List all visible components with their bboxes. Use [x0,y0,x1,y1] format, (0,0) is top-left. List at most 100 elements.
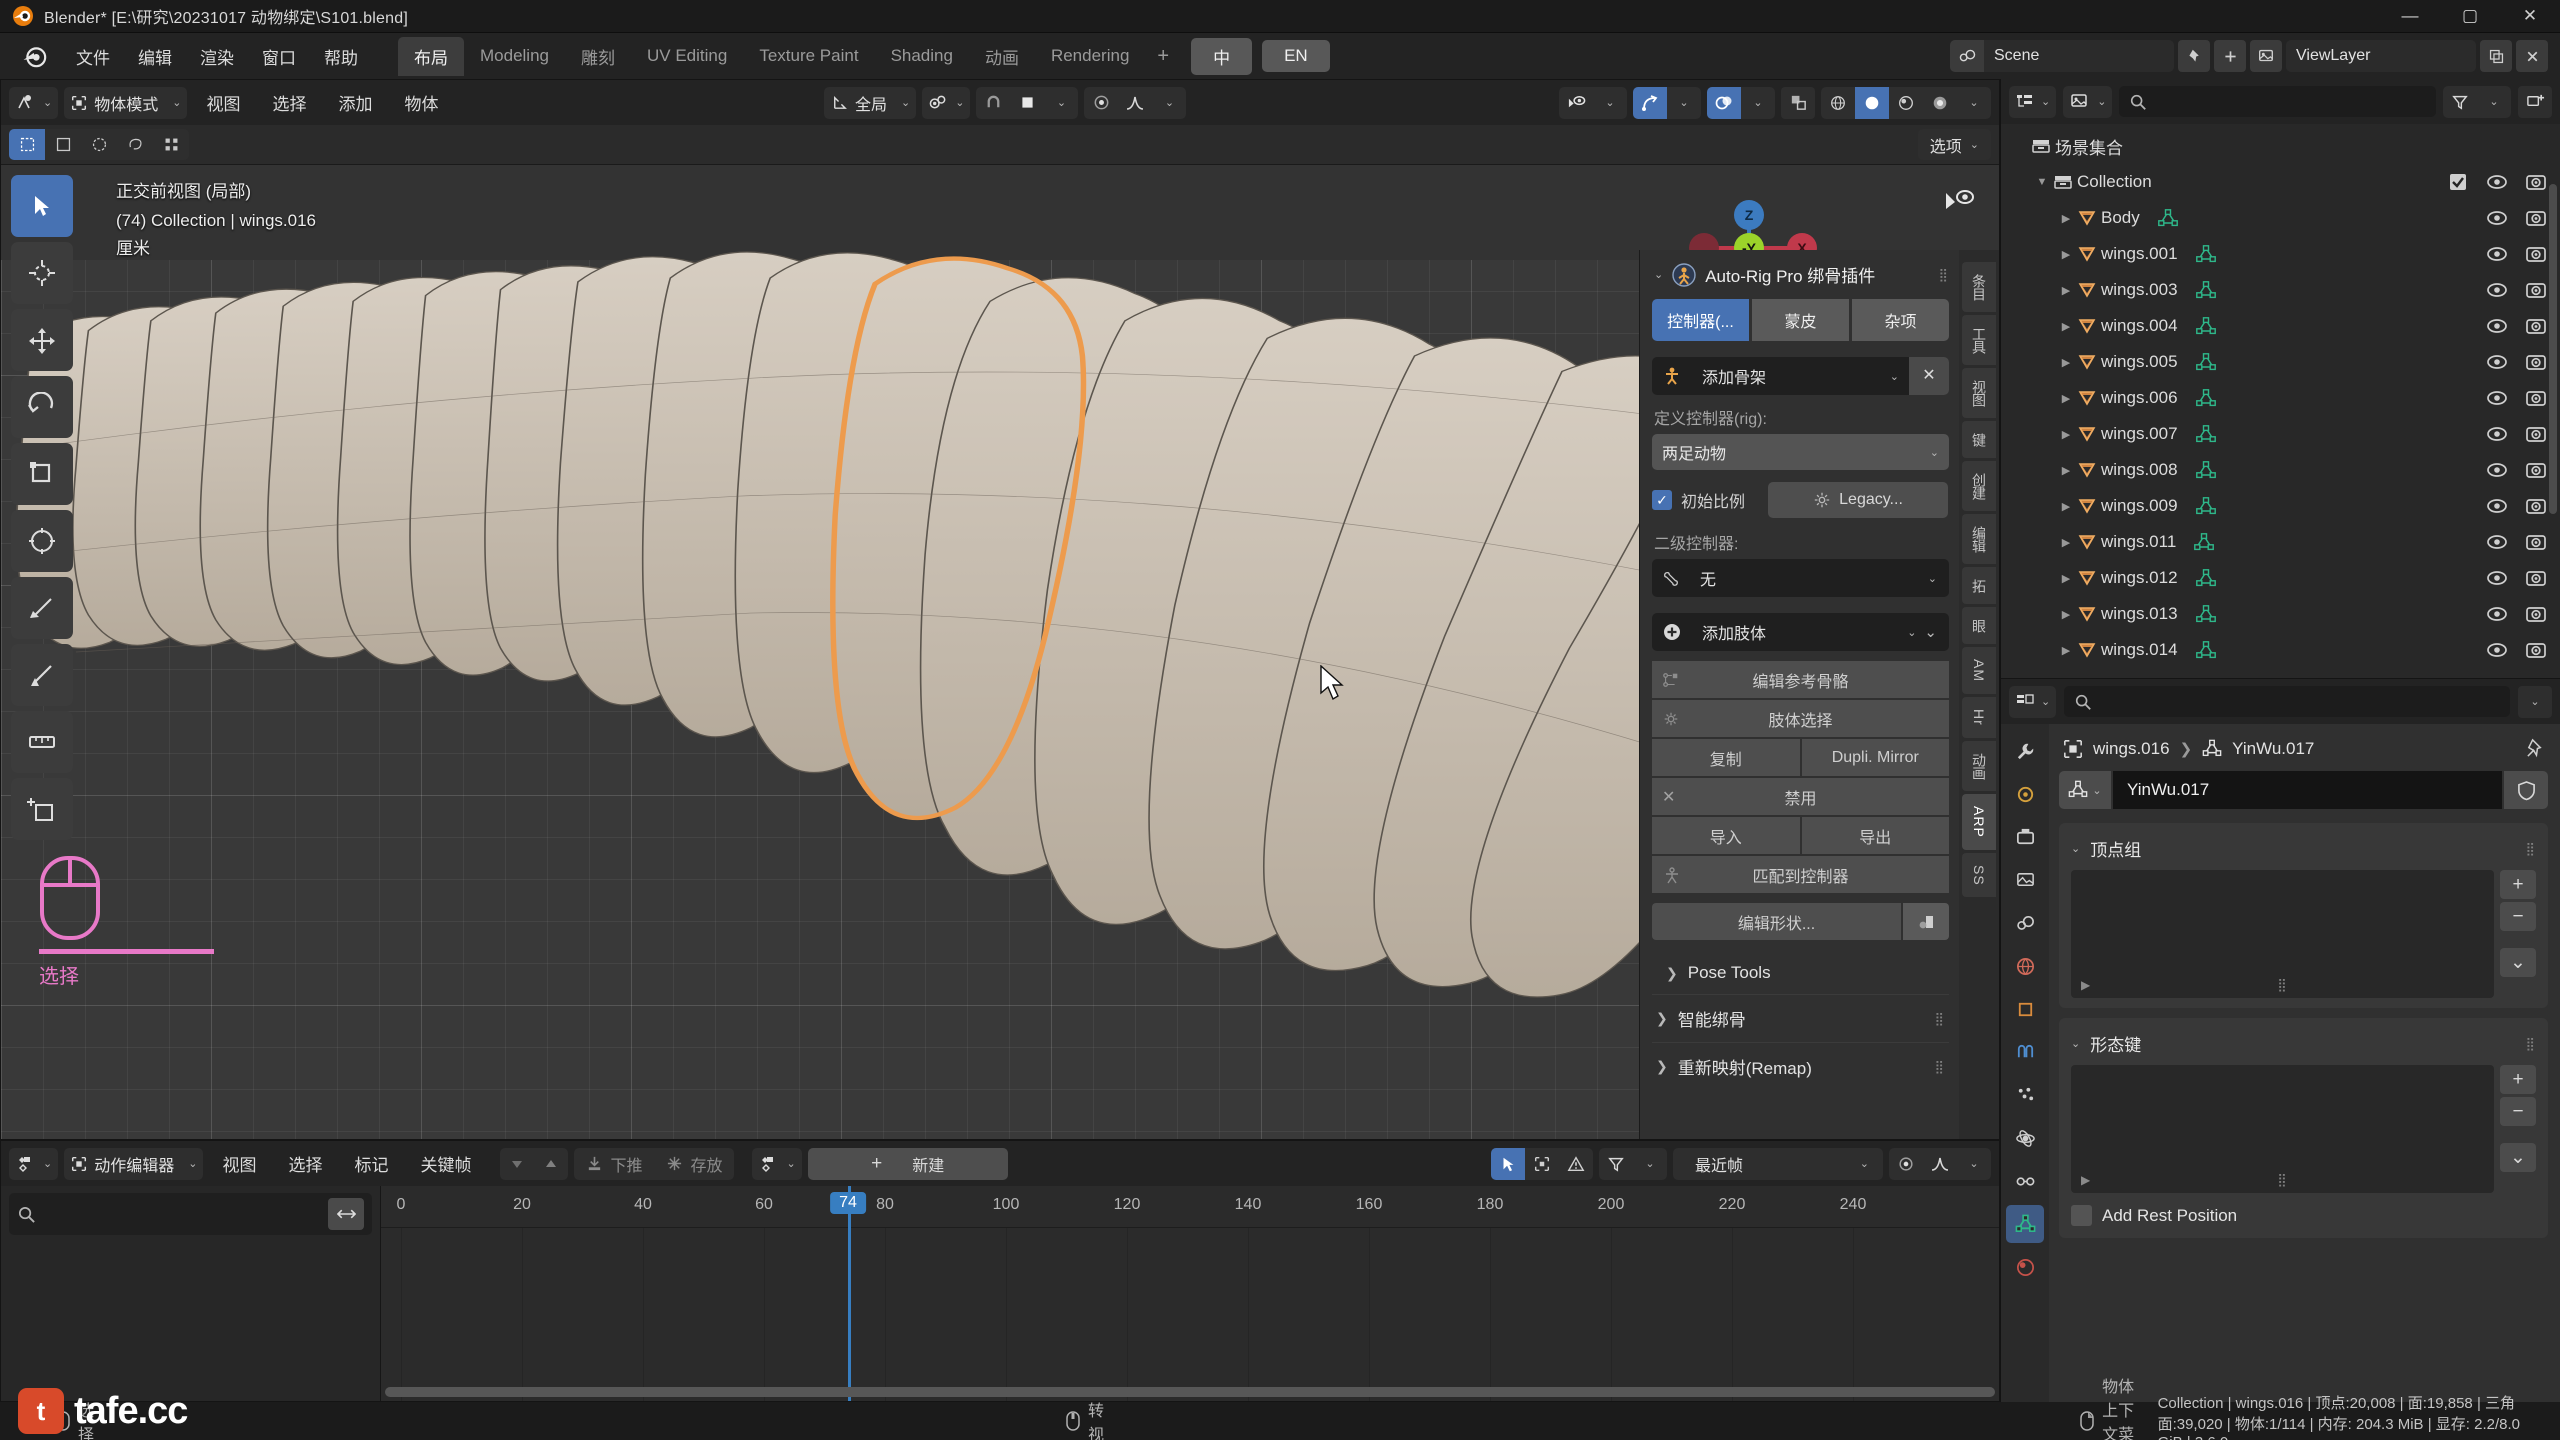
n-tab-arp[interactable]: ARP [1962,793,1996,850]
dopesheet-menu-select[interactable]: 选择 [275,1146,335,1181]
disclosure-triangle-icon[interactable]: ▶ [2055,284,2077,297]
transform-orientation-selector[interactable]: 全局 ⌄ [824,86,917,119]
tool-select-box[interactable] [11,175,73,237]
add-rest-position-row[interactable]: Add Rest Position [2059,1193,2548,1228]
tab-world[interactable] [2006,947,2044,985]
disclosure-triangle-icon[interactable]: ▶ [2055,356,2077,369]
n-tab-key[interactable]: 键 [1962,421,1996,458]
smart-rig-accordion[interactable]: ❯ 智能绑骨 ⣿ [1652,994,1949,1042]
chevron-down-icon[interactable]: ⌄ [1924,623,1949,641]
chevron-down-icon[interactable]: ⌄ [1741,87,1775,119]
disable-button[interactable]: ✕ 禁用 [1652,778,1949,815]
tab-constraints[interactable] [2006,1162,2044,1200]
shape-key-specials-button[interactable]: ⌄ [2500,1143,2536,1172]
hide-in-viewport-icon[interactable] [2486,390,2508,406]
breadcrumb-object-name[interactable]: wings.016 [2093,739,2170,759]
secondary-ctrl-dropdown[interactable]: 无 ⌄ [1652,559,1949,597]
show-errors-icon[interactable] [1559,1148,1593,1180]
chevron-down-icon[interactable]: ⌄ [1152,87,1186,119]
dopesheet-menu-view[interactable]: 视图 [209,1146,269,1181]
disable-in-render-icon[interactable] [2526,461,2546,479]
mesh-data-icon[interactable] [2195,497,2216,515]
falloff-curve-icon[interactable] [1923,1148,1957,1180]
box-select-icon[interactable] [45,129,81,160]
outliner-row-wings-012[interactable]: ▶ wings.012 [2001,560,2560,596]
hide-in-viewport-icon[interactable] [2486,642,2508,658]
disclosure-triangle-icon[interactable]: ▼ [2031,176,2053,188]
tool-annotate[interactable] [11,577,73,639]
edit-ref-bones-button[interactable]: 编辑参考骨骼 [1652,661,1949,698]
mesh-data-icon[interactable] [2195,569,2216,587]
mesh-data-icon[interactable] [2195,389,2216,407]
n-tab-eye[interactable]: 眼 [1962,607,1996,644]
list-resize-handle[interactable]: ⣿ [2277,977,2288,993]
mesh-data-icon[interactable] [2157,209,2178,227]
n-tab-view[interactable]: 视图 [1962,368,1996,418]
remove-shape-key-button[interactable]: − [2500,1097,2536,1126]
n-tab-topo[interactable]: 拓 [1962,567,1996,604]
show-gizmo-icon[interactable] [1633,86,1667,119]
filter-icon[interactable] [1599,1148,1633,1180]
next-action-icon[interactable] [534,1148,568,1180]
tab-render[interactable] [2006,775,2044,813]
add-armature-row[interactable]: 添加骨架 ⌄ ✕ [1652,357,1949,395]
panel-drag-handle[interactable]: ⣿ [2525,841,2536,857]
expand-filters-icon[interactable]: ▶ [2081,978,2090,992]
dupli-mirror-button[interactable]: Dupli. Mirror [1801,739,1949,776]
edit-shape-button[interactable]: 编辑形状... [1652,903,1901,940]
outliner-row-wings-004[interactable]: ▶ wings.004 [2001,308,2560,344]
import-button[interactable]: 导入 [1652,817,1800,854]
disclosure-triangle-icon[interactable]: ▶ [2055,536,2077,549]
disable-in-render-icon[interactable] [2526,605,2546,623]
chevron-down-icon[interactable]: ⌄ [1044,87,1078,119]
tool-ruler[interactable] [11,711,73,773]
legacy-button[interactable]: Legacy... [1768,482,1949,518]
n-tab-edit[interactable]: 编辑 [1962,514,1996,564]
channel-search-field[interactable] [9,1193,372,1235]
menu-help[interactable]: 帮助 [310,39,372,74]
outliner-row-wings-003[interactable]: ▶ wings.003 [2001,272,2560,308]
disable-in-render-icon[interactable] [2526,353,2546,371]
outliner-row-wings-008[interactable]: ▶ wings.008 [2001,452,2560,488]
hide-in-viewport-icon[interactable] [2486,174,2508,190]
menu-render[interactable]: 渲染 [186,39,248,74]
hide-in-viewport-icon[interactable] [2486,210,2508,226]
viewlayer-selector[interactable]: ViewLayer [2286,40,2476,72]
rendered-shading-icon[interactable] [1923,87,1957,119]
outliner-editor-type-selector[interactable]: ⌄ [2009,85,2057,118]
mesh-data-icon[interactable] [2195,281,2216,299]
hide-in-viewport-icon[interactable] [2486,606,2508,622]
current-frame-badge[interactable]: 74 [830,1192,866,1214]
add-shape-key-button[interactable]: + [2500,1065,2536,1094]
limb-select-button[interactable]: 肢体选择 [1652,700,1949,737]
pin-scene-icon[interactable] [2178,40,2210,72]
mesh-data-icon[interactable] [2195,425,2216,443]
viewport-menu-view[interactable]: 视图 [193,85,253,120]
minimize-button[interactable]: — [2380,0,2440,33]
xray-toggle-icon[interactable] [1781,86,1815,119]
viewport-canvas[interactable]: 正交前视图 (局部) (74) Collection | wings.016 厘… [1,165,1999,1139]
chevron-down-icon[interactable]: ⌄ [1633,1148,1667,1180]
outliner-row-body[interactable]: ▶ Body [2001,200,2560,236]
chevron-down-icon[interactable]: ⌄ [1654,268,1663,281]
workspace-tab-texture-paint[interactable]: Texture Paint [743,39,874,73]
snapping-pivot-selector[interactable]: ⌄ [922,86,971,119]
timeline-hscrollbar[interactable] [381,1387,1999,1397]
close-icon[interactable]: ✕ [1909,357,1949,395]
lasso-select-icon[interactable] [117,129,153,160]
arp-tab-skin[interactable]: 蒙皮 [1752,299,1849,341]
tool-add-cube[interactable] [11,778,73,840]
select-more-icon[interactable] [153,129,189,160]
chevron-down-icon[interactable]: ⌄ [1957,1148,1991,1180]
tab-scene[interactable] [2006,904,2044,942]
mesh-data-icon[interactable] [2195,605,2216,623]
disclosure-triangle-icon[interactable]: ▶ [2055,248,2077,261]
dopesheet-mode-selector[interactable]: 动作编辑器 ⌄ [64,1147,204,1180]
mesh-data-icon[interactable] [2195,641,2216,659]
new-scene-icon[interactable] [2214,40,2246,72]
vertex-group-specials-button[interactable]: ⌄ [2500,948,2536,977]
viewport-options-button[interactable]: 选项 ⌄ [1917,129,1991,160]
proportional-edit-icon[interactable] [1084,87,1118,119]
exclude-checkbox[interactable] [2448,172,2468,192]
hide-in-viewport-icon[interactable] [2486,426,2508,442]
